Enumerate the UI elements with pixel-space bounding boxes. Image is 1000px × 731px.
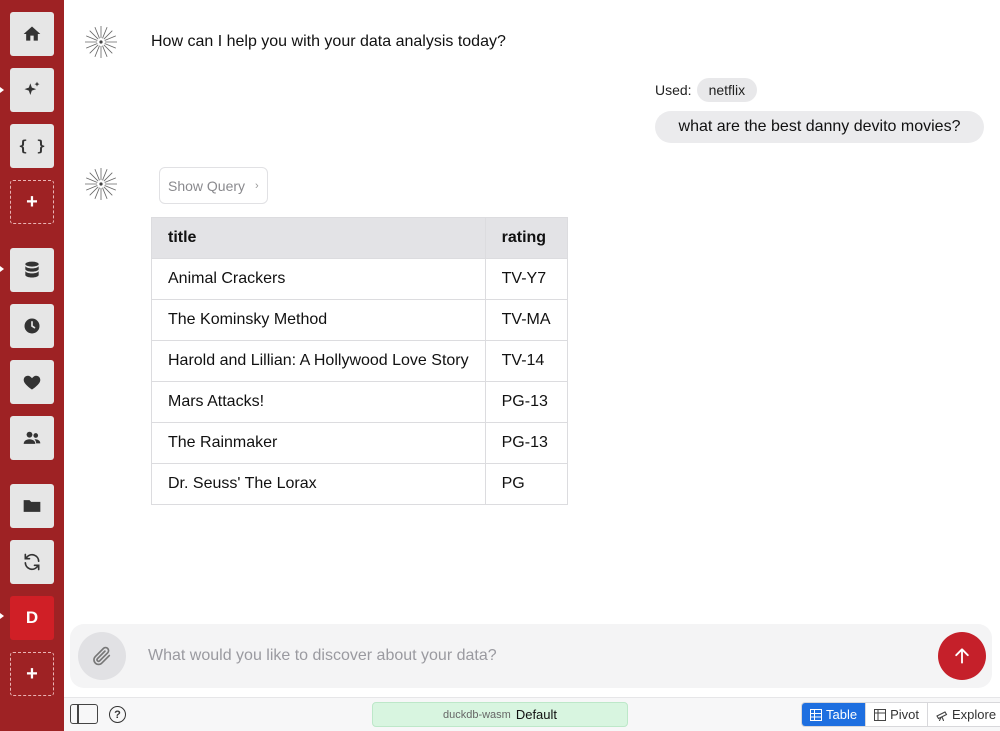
sidebar-item-history[interactable] [10,304,54,348]
sidebar-item-sync[interactable] [10,540,54,584]
chat-input[interactable] [148,638,908,674]
sidebar-marker [0,87,4,93]
cell-title: Animal Crackers [151,258,486,300]
clock-icon [24,318,40,334]
cell-title: The Rainmaker [151,422,486,464]
cell-title: Harold and Lillian: A Hollywood Love Sto… [151,340,486,382]
table-row: Dr. Seuss' The Lorax PG [151,463,568,505]
cell-rating: PG-13 [484,381,568,423]
column-header-title[interactable]: title [151,217,486,259]
refresh-icon [24,553,40,571]
paperclip-icon [93,646,111,666]
database-name: Default [515,707,558,722]
home-icon [23,26,41,41]
sidebar-item-home[interactable] [10,12,54,56]
table-header-row: title rating [151,217,568,259]
sidebar-item-files[interactable] [10,484,54,528]
assistant-message: How can I help you with your data analys… [151,33,506,50]
plus-icon: + [26,190,38,213]
heart-icon [23,375,41,390]
cell-title: The Kominsky Method [151,299,486,341]
sidebar-item-database[interactable] [10,248,54,292]
sparkles-icon [24,81,40,95]
column-header-rating[interactable]: rating [484,217,568,259]
view-pivot-label: Pivot [890,707,919,722]
view-explore-button[interactable]: Explore [926,703,1000,726]
pivot-icon [874,708,887,721]
database-letter: D [25,608,39,627]
plus-icon: + [26,662,38,685]
assistant-avatar-icon [85,168,117,200]
used-label: Used: [655,82,692,98]
user-message: what are the best danny devito movies? [655,111,984,143]
table-icon [810,708,822,721]
cell-rating: PG-13 [484,422,568,464]
sidebar-item-team[interactable] [10,416,54,460]
chevron-right-icon: › [255,179,259,192]
show-query-label: Show Query [168,177,246,194]
view-table-button[interactable]: Table [802,703,866,726]
folder-icon [23,500,41,512]
toggle-panel-icon[interactable] [70,704,98,724]
table-row: The Kominsky Method TV-MA [151,299,568,341]
cell-title: Dr. Seuss' The Lorax [151,463,486,505]
sidebar-marker [0,266,4,272]
table-row: The Rainmaker PG-13 [151,422,568,464]
attach-button[interactable] [78,632,126,680]
table-row: Animal Crackers TV-Y7 [151,258,568,300]
users-icon [23,431,41,444]
view-table-label: Table [826,707,858,722]
send-button[interactable] [938,632,986,680]
dataset-chip[interactable]: netflix [696,78,758,102]
sidebar-add-database-button[interactable]: + [10,652,54,696]
cell-rating: TV-14 [484,340,568,382]
sidebar: { } + D + [0,0,64,731]
results-table: title rating Animal Crackers TV-Y7 The K… [151,217,568,505]
help-icon[interactable]: ? [109,706,126,723]
database-selector[interactable]: duckdb-wasm Default [372,702,628,727]
assistant-avatar-icon [85,26,117,58]
cell-title: Mars Attacks! [151,381,486,423]
view-switcher: Table Pivot Explore [801,702,1000,727]
database-icon [25,261,39,278]
cell-rating: PG [484,463,568,505]
arrow-up-icon [955,648,969,664]
cell-rating: TV-MA [484,299,568,341]
view-pivot-button[interactable]: Pivot [865,703,927,726]
sidebar-add-button[interactable]: + [10,180,54,224]
sidebar-item-default-db[interactable]: D [10,596,54,640]
cell-rating: TV-Y7 [484,258,568,300]
table-row: Mars Attacks! PG-13 [151,381,568,423]
table-row: Harold and Lillian: A Hollywood Love Sto… [151,340,568,382]
sidebar-marker [0,613,4,619]
show-query-button[interactable]: Show Query › [159,167,268,204]
used-datasets: Used: netflix [655,78,758,102]
sidebar-item-code[interactable]: { } [10,124,54,168]
braces-icon: { } [18,137,46,155]
view-explore-label: Explore [951,707,997,722]
sidebar-item-ai[interactable] [10,68,54,112]
sidebar-item-favorites[interactable] [10,360,54,404]
engine-label: duckdb-wasm [442,708,511,721]
telescope-icon [936,710,948,721]
